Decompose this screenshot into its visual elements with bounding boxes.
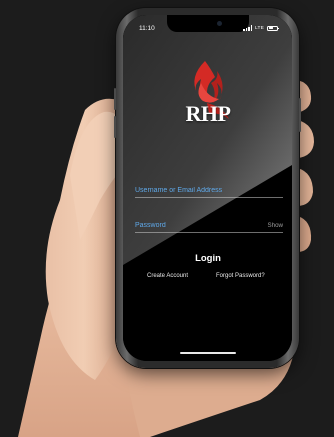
logo-text: RHP [185,101,231,126]
volume-down-button [114,116,116,138]
username-field[interactable] [135,177,283,198]
network-label: LTE [254,25,264,31]
create-account-link[interactable]: Create Account [147,273,188,279]
login-button[interactable]: Login [163,253,253,267]
power-button [299,98,301,132]
phone-frame: 11:10 LTE RHP Username or Email Address … [114,8,301,368]
phone-notch [166,15,249,32]
username-input[interactable] [135,187,253,194]
mockup-stage: 11:10 LTE RHP Username or Email Address … [0,0,334,437]
battery-icon [267,25,279,31]
volume-up-button [114,88,116,110]
status-time: 11:10 [139,25,155,32]
phone-screen: 11:10 LTE RHP Username or Email Address … [123,15,292,361]
forgot-password-link[interactable]: Forgot Password? [216,273,265,279]
show-password-toggle[interactable]: Show [268,222,283,229]
home-indicator[interactable] [179,351,236,354]
status-indicators: LTE [243,25,279,31]
camera-icon [216,21,222,26]
brand-logo: RHP [175,57,241,129]
password-field[interactable]: Show [135,212,283,233]
password-input[interactable] [135,222,253,229]
signal-icon [243,25,252,31]
